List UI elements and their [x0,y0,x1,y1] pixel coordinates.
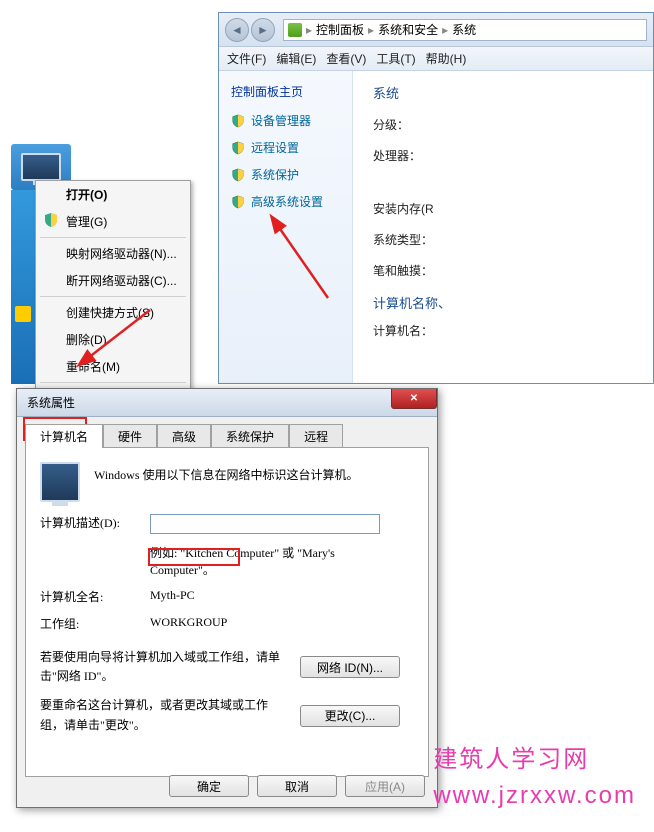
fullname-label: 计算机全名: [40,588,140,605]
tab-computer-name[interactable]: 计算机名 [25,424,103,448]
monitor-icon [21,153,61,181]
row-processor: 处理器： [373,147,653,164]
row-rating: 分级： [373,116,653,133]
shield-icon [231,168,245,182]
nav-back-button[interactable]: ◄ [225,18,249,42]
shield-icon [231,114,245,128]
change-row: 要重命名这台计算机，或者更改其域或工作组，请单击"更改"。 更改(C)... [40,696,414,734]
close-button[interactable]: ✕ [391,389,437,409]
fullname-row: 计算机全名: Myth-PC [40,588,414,605]
ctx-disconnect-drive[interactable]: 断开网络驱动器(C)... [36,267,190,294]
ok-button[interactable]: 确定 [169,775,249,797]
breadcrumb-sep: ▸ [442,23,448,37]
change-button[interactable]: 更改(C)... [300,705,400,727]
section-system: 系统 [373,83,653,102]
ctx-map-drive[interactable]: 映射网络驱动器(N)... [36,240,190,267]
link-label: 远程设置 [251,139,299,156]
link-system-protection[interactable]: 系统保护 [231,166,352,183]
tab-remote[interactable]: 远程 [289,424,343,448]
ctx-delete[interactable]: 删除(D) [36,326,190,353]
cp-home-link[interactable]: 控制面板主页 [231,83,352,100]
menu-view[interactable]: 查看(V) [326,50,366,67]
folder-icon [15,306,31,322]
workgroup-value: WORKGROUP [150,615,227,630]
ctx-shortcut[interactable]: 创建快捷方式(S) [36,299,190,326]
intro-text: Windows 使用以下信息在网络中标识这台计算机。 [94,462,359,483]
nav-forward-button[interactable]: ► [251,18,275,42]
context-menu: 打开(O) 管理(G) 映射网络驱动器(N)... 断开网络驱动器(C)... … [35,180,191,413]
breadcrumb-item[interactable]: 系统 [452,21,476,38]
link-label: 高级系统设置 [251,193,323,210]
cp-body: 控制面板主页 设备管理器 远程设置 系统保护 高级系统设置 系统 分级： 处理器… [219,71,653,383]
shield-icon [43,212,59,228]
fullname-value: Myth-PC [150,588,195,603]
section-pcname: 计算机名称、 [373,293,653,312]
example-row: 例如: "Kitchen Computer" 或 "Mary's Compute… [40,544,414,578]
tabs-bar: 计算机名 硬件 高级 系统保护 远程 [17,417,437,447]
link-device-manager[interactable]: 设备管理器 [231,112,352,129]
ctx-separator [40,382,186,383]
workgroup-row: 工作组: WORKGROUP [40,615,414,632]
cp-right-panel: 系统 分级： 处理器： 安装内存(R 系统类型： 笔和触摸： 计算机名称、 计算… [353,71,653,383]
intro-row: Windows 使用以下信息在网络中标识这台计算机。 [40,462,414,502]
system-properties-dialog: 系统属性 ✕ 计算机名 硬件 高级 系统保护 远程 Windows 使用以下信息… [16,388,438,808]
ctx-rename[interactable]: 重命名(M) [36,353,190,380]
tab-hardware[interactable]: 硬件 [103,424,157,448]
desc-input[interactable] [150,514,380,534]
netid-row: 若要使用向导将计算机加入域或工作组，请单击"网络 ID"。 网络 ID(N)..… [40,648,414,686]
dialog-title: 系统属性 [27,394,75,411]
menu-edit[interactable]: 编辑(E) [276,50,316,67]
tab-advanced[interactable]: 高级 [157,424,211,448]
link-label: 系统保护 [251,166,299,183]
watermark: 建筑人学习网 www.jzrxxw.com [433,742,636,814]
control-panel-icon [288,23,302,37]
ctx-label: 管理(G) [66,215,107,229]
row-pcname: 计算机名： [373,322,653,339]
example-text: 例如: "Kitchen Computer" 或 "Mary's Compute… [150,544,380,578]
menu-file[interactable]: 文件(F) [227,50,266,67]
dialog-titlebar: 系统属性 ✕ [17,389,437,417]
cp-menubar: 文件(F) 编辑(E) 查看(V) 工具(T) 帮助(H) [219,47,653,71]
ctx-separator [40,237,186,238]
cancel-button[interactable]: 取消 [257,775,337,797]
row-memory: 安装内存(R [373,200,653,217]
row-pen: 笔和触摸： [373,262,653,279]
shield-icon [231,141,245,155]
menu-tools[interactable]: 工具(T) [376,50,415,67]
desc-row: 计算机描述(D): [40,514,414,534]
apply-button: 应用(A) [345,775,425,797]
cp-left-panel: 控制面板主页 设备管理器 远程设置 系统保护 高级系统设置 [219,71,353,383]
desc-label: 计算机描述(D): [40,514,140,531]
computer-icon [40,462,80,502]
breadcrumb-sep: ▸ [306,23,312,37]
dialog-buttons: 确定 取消 应用(A) [169,775,425,797]
watermark-line1: 建筑人学习网 [433,742,636,778]
watermark-line2: www.jzrxxw.com [433,778,636,814]
row-systype: 系统类型： [373,231,653,248]
workgroup-label: 工作组: [40,615,140,632]
breadcrumb-item[interactable]: 系统和安全 [378,21,438,38]
address-bar[interactable]: ▸ 控制面板 ▸ 系统和安全 ▸ 系统 [283,19,647,41]
tab-protection[interactable]: 系统保护 [211,424,289,448]
shield-icon [231,195,245,209]
link-label: 设备管理器 [251,112,311,129]
cp-titlebar: ◄ ► ▸ 控制面板 ▸ 系统和安全 ▸ 系统 [219,13,653,47]
ctx-manage[interactable]: 管理(G) [36,208,190,235]
tab-content: Windows 使用以下信息在网络中标识这台计算机。 计算机描述(D): 例如:… [25,447,429,777]
menu-help[interactable]: 帮助(H) [426,50,467,67]
netid-text: 若要使用向导将计算机加入域或工作组，请单击"网络 ID"。 [40,648,290,686]
ctx-open[interactable]: 打开(O) [36,181,190,208]
link-remote-settings[interactable]: 远程设置 [231,139,352,156]
change-text: 要重命名这台计算机，或者更改其域或工作组，请单击"更改"。 [40,696,290,734]
control-panel-window: ◄ ► ▸ 控制面板 ▸ 系统和安全 ▸ 系统 文件(F) 编辑(E) 查看(V… [218,12,654,384]
breadcrumb-item[interactable]: 控制面板 [316,21,364,38]
link-advanced-settings[interactable]: 高级系统设置 [231,193,352,210]
ctx-separator [40,296,186,297]
breadcrumb-sep: ▸ [368,23,374,37]
desktop-strip [11,190,35,384]
network-id-button[interactable]: 网络 ID(N)... [300,656,400,678]
